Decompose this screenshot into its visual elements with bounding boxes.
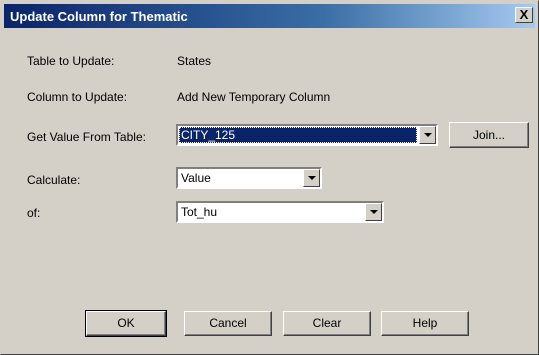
help-button[interactable]: Help <box>381 311 469 336</box>
update-column-dialog: Update Column for Thematic X Table to Up… <box>0 0 539 355</box>
of-label: of: <box>27 206 41 220</box>
table-to-update-value: States <box>177 54 212 68</box>
get-value-from-table-selected: CITY_125 <box>179 127 417 143</box>
ok-button[interactable]: OK <box>85 310 167 337</box>
column-to-update-value: Add New Temporary Column <box>177 90 331 104</box>
get-value-from-table-select[interactable]: CITY_125 <box>175 123 439 147</box>
join-button[interactable]: Join... <box>449 122 529 148</box>
of-selected: Tot_hu <box>181 205 218 219</box>
chevron-down-icon[interactable] <box>419 126 436 144</box>
calculate-selected: Value <box>181 171 211 185</box>
column-to-update-label: Column to Update: <box>27 90 128 104</box>
title-bar[interactable]: Update Column for Thematic X <box>4 4 535 28</box>
close-icon: X <box>519 7 529 22</box>
close-button[interactable]: X <box>515 7 533 23</box>
clear-button[interactable]: Clear <box>283 311 371 336</box>
chevron-down-icon[interactable] <box>365 203 382 221</box>
get-value-from-table-label: Get Value From Table: <box>27 130 146 144</box>
cancel-button[interactable]: Cancel <box>184 311 272 336</box>
calculate-label: Calculate: <box>27 173 81 187</box>
of-select[interactable]: Tot_hu <box>175 200 385 224</box>
table-to-update-label: Table to Update: <box>27 54 115 68</box>
chevron-down-icon[interactable] <box>303 169 320 187</box>
window-title: Update Column for Thematic <box>10 9 188 24</box>
calculate-select[interactable]: Value <box>175 166 323 190</box>
